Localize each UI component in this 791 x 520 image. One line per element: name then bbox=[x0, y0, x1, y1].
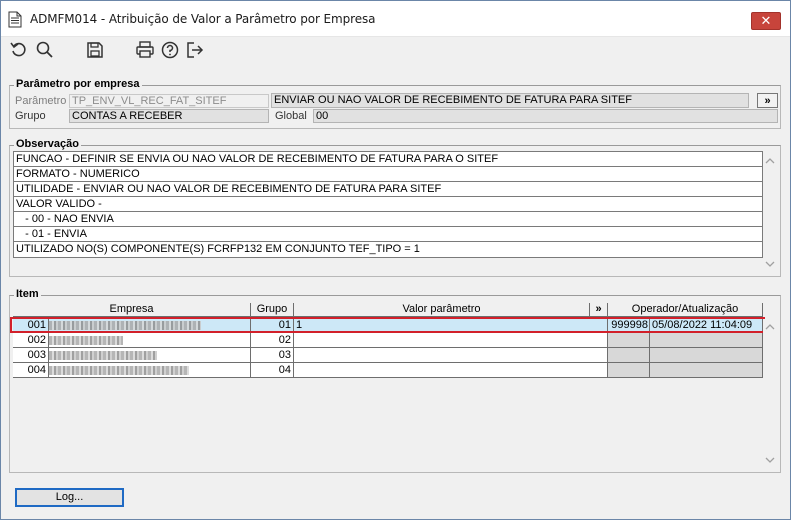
row-valor[interactable] bbox=[294, 348, 608, 363]
print-icon[interactable] bbox=[135, 40, 155, 60]
observacao-line: FUNCAO - DEFINIR SE ENVIA OU NAO VALOR D… bbox=[14, 152, 762, 167]
help-icon[interactable] bbox=[160, 40, 180, 60]
row-atualizacao bbox=[650, 348, 763, 363]
row-valor[interactable]: 1 bbox=[294, 318, 608, 333]
global-field: 00 bbox=[313, 109, 778, 123]
observacao-legend: Observação bbox=[14, 138, 81, 150]
row-operador bbox=[608, 363, 650, 378]
row-empresa-name-redacted bbox=[49, 318, 251, 333]
search-icon[interactable] bbox=[35, 40, 55, 60]
table-row[interactable]: 004 04 bbox=[13, 363, 763, 378]
observacao-scrollbar[interactable] bbox=[763, 153, 777, 271]
row-empresa-code: 001 bbox=[13, 318, 49, 333]
scroll-up-icon[interactable] bbox=[765, 157, 775, 165]
row-empresa-code: 003 bbox=[13, 348, 49, 363]
observacao-line: UTILIDADE - ENVIAR OU NAO VALOR DE RECEB… bbox=[14, 182, 762, 197]
global-label: Global bbox=[275, 110, 307, 122]
log-button[interactable]: Log... bbox=[15, 488, 124, 507]
main-window: ADMFM014 - Atribuição de Valor a Parâmet… bbox=[0, 0, 791, 520]
observacao-line: UTILIZADO NO(S) COMPONENTE(S) FCRFP132 E… bbox=[16, 243, 420, 255]
row-valor[interactable] bbox=[294, 333, 608, 348]
col-empresa[interactable]: Empresa bbox=[13, 303, 251, 317]
undo-icon[interactable] bbox=[9, 40, 29, 60]
scroll-down-icon[interactable] bbox=[765, 260, 775, 268]
parametro-more-button[interactable]: » bbox=[757, 93, 778, 108]
parametro-field[interactable]: TP_ENV_VL_REC_FAT_SITEF bbox=[69, 94, 269, 108]
row-grupo: 03 bbox=[251, 348, 294, 363]
toolbar bbox=[1, 37, 790, 63]
row-atualizacao: 05/08/2022 11:04:09 bbox=[650, 318, 763, 333]
grupo-label: Grupo bbox=[15, 110, 46, 122]
table-row[interactable]: 002 02 bbox=[13, 333, 763, 348]
col-operador[interactable]: Operador/Atualização bbox=[608, 303, 763, 317]
col-valor[interactable]: Valor parâmetro bbox=[294, 303, 590, 317]
row-empresa-name-redacted bbox=[49, 333, 251, 348]
item-scrollbar[interactable] bbox=[763, 319, 777, 469]
item-legend: Item bbox=[14, 288, 41, 300]
parametro-legend: Parâmetro por empresa bbox=[14, 78, 142, 90]
row-empresa-code: 004 bbox=[13, 363, 49, 378]
observacao-line: - 01 - ENVIA bbox=[14, 227, 762, 242]
row-grupo: 04 bbox=[251, 363, 294, 378]
row-operador bbox=[608, 348, 650, 363]
row-empresa-code: 002 bbox=[13, 333, 49, 348]
row-empresa-name-redacted bbox=[49, 348, 251, 363]
parametro-label: Parâmetro bbox=[15, 95, 67, 107]
row-grupo: 02 bbox=[251, 333, 294, 348]
observacao-line: - 00 - NAO ENVIA bbox=[14, 212, 762, 227]
row-operador bbox=[608, 333, 650, 348]
observacao-text: FUNCAO - DEFINIR SE ENVIA OU NAO VALOR D… bbox=[13, 151, 763, 258]
grupo-field: CONTAS A RECEBER bbox=[69, 109, 269, 123]
exit-icon[interactable] bbox=[185, 40, 205, 60]
row-grupo: 01 bbox=[251, 318, 294, 333]
row-atualizacao bbox=[650, 363, 763, 378]
save-icon[interactable] bbox=[85, 40, 105, 60]
close-button[interactable]: ✕ bbox=[751, 12, 781, 30]
item-grid-header: Empresa Grupo Valor parâmetro » Operador… bbox=[13, 303, 763, 317]
document-icon bbox=[8, 11, 22, 28]
row-operador: 999998 bbox=[608, 318, 650, 333]
observacao-line: FORMATO - NUMERICO bbox=[14, 167, 762, 182]
row-atualizacao bbox=[650, 333, 763, 348]
descricao-field: ENVIAR OU NAO VALOR DE RECEBIMENTO DE FA… bbox=[271, 93, 749, 108]
row-empresa-name-redacted bbox=[49, 363, 251, 378]
observacao-line: VALOR VALIDO - bbox=[14, 197, 762, 212]
table-row[interactable]: 001 01 1 999998 05/08/2022 11:04:09 bbox=[13, 318, 763, 333]
window-title: ADMFM014 - Atribuição de Valor a Parâmet… bbox=[30, 12, 376, 26]
table-row[interactable]: 003 03 bbox=[13, 348, 763, 363]
scroll-up-icon[interactable] bbox=[765, 323, 775, 331]
col-grupo[interactable]: Grupo bbox=[251, 303, 294, 317]
title-bar: ADMFM014 - Atribuição de Valor a Parâmet… bbox=[1, 1, 790, 37]
row-valor[interactable] bbox=[294, 363, 608, 378]
scroll-down-icon[interactable] bbox=[765, 456, 775, 464]
col-more-button[interactable]: » bbox=[590, 303, 608, 317]
